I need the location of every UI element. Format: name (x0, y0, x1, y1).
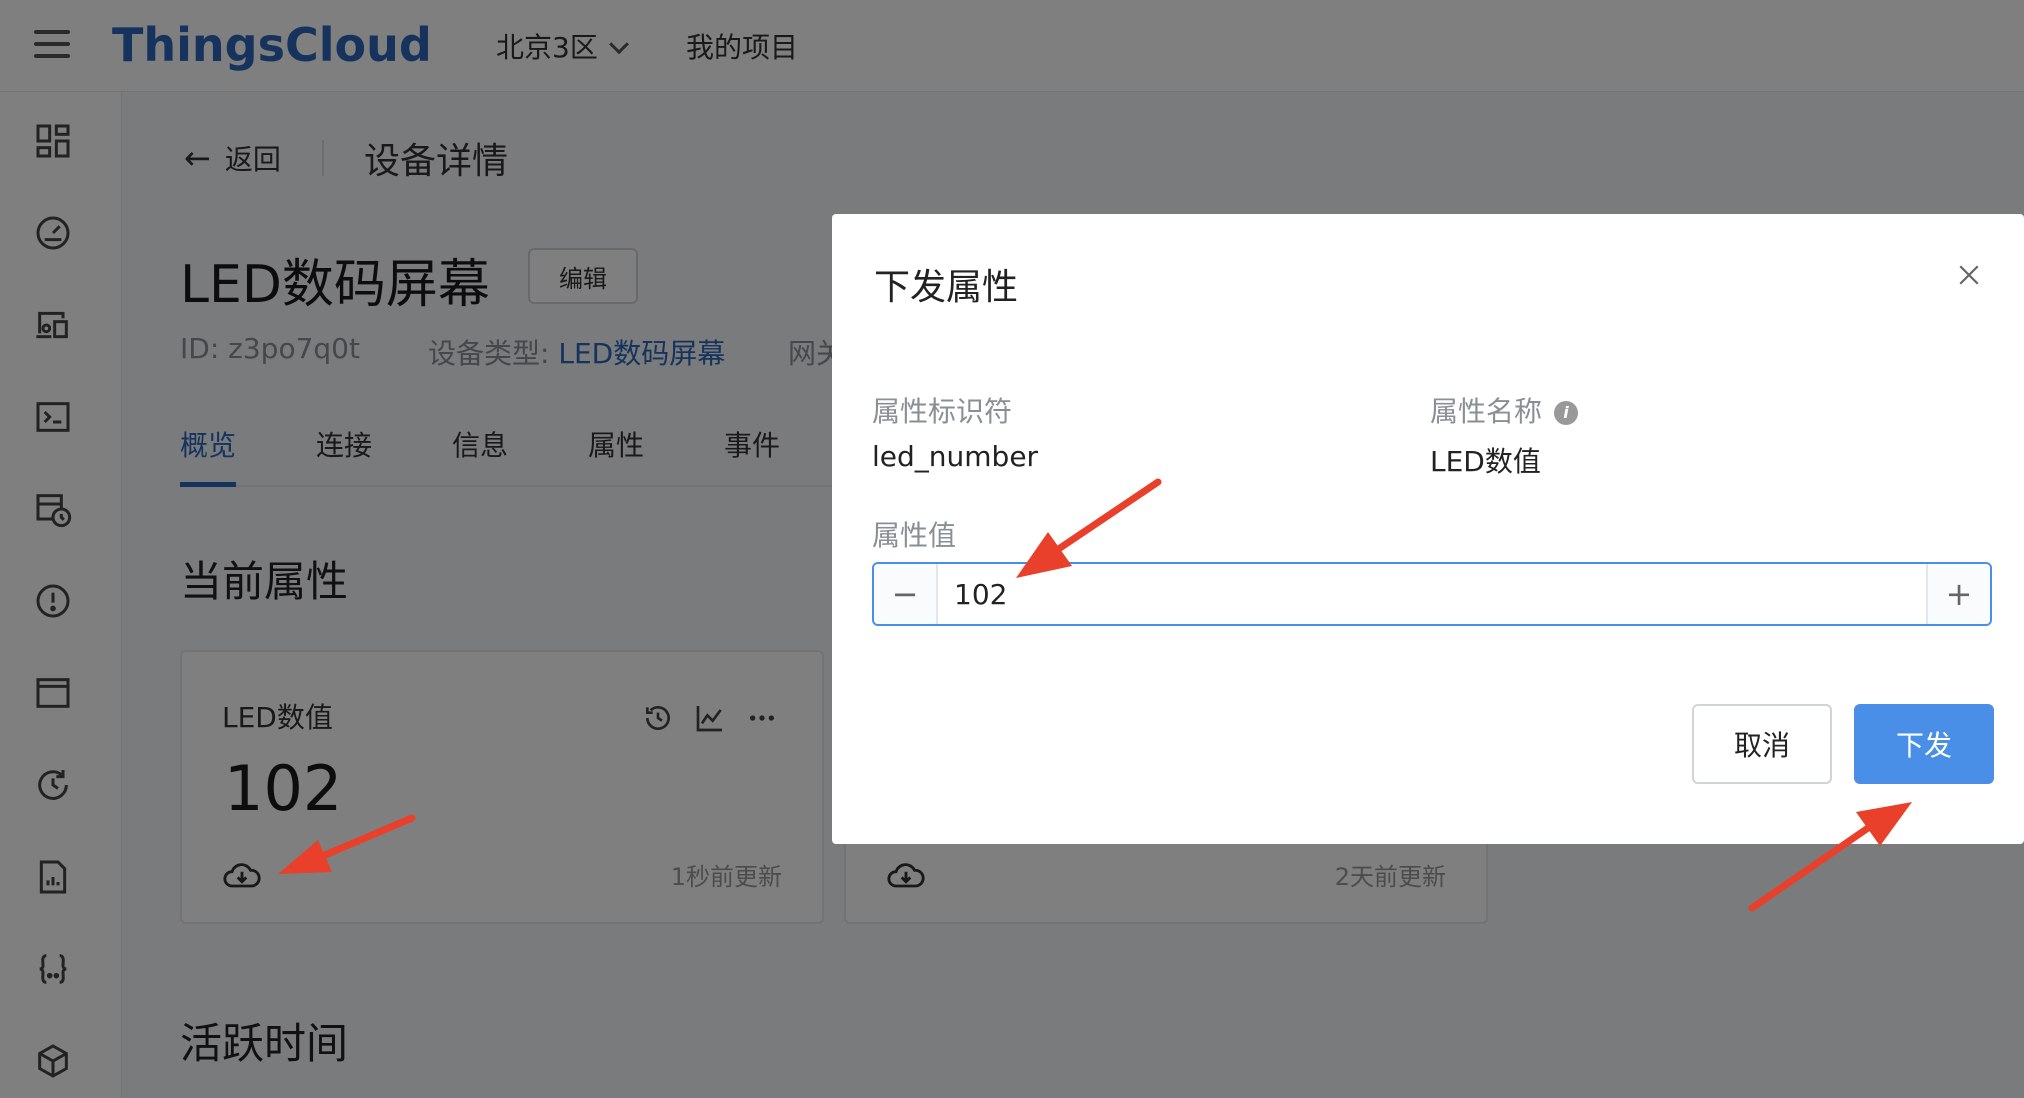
send-button[interactable]: 下发 (1854, 704, 1994, 784)
close-icon[interactable] (1954, 260, 1990, 296)
dialog-title: 下发属性 (874, 267, 1019, 308)
increment-button[interactable]: + (1926, 564, 1990, 624)
property-name-value: LED数值 (1430, 445, 1541, 478)
info-icon[interactable]: i (1554, 401, 1579, 425)
property-name-label: 属性名称 i (1430, 390, 1579, 430)
cancel-button[interactable]: 取消 (1692, 704, 1832, 784)
send-property-dialog: 下发属性 属性标识符 led_number 属性名称 i LED数值 属性值 − … (832, 214, 2024, 844)
identifier-value: led_number (872, 440, 1039, 473)
identifier-label: 属性标识符 (872, 395, 1013, 428)
property-value-label: 属性值 (872, 519, 957, 552)
decrement-button[interactable]: − (874, 564, 938, 624)
property-value-input[interactable] (938, 564, 1928, 624)
property-value-stepper: − + (872, 562, 1992, 626)
property-name-label-text: 属性名称 (1430, 395, 1543, 428)
